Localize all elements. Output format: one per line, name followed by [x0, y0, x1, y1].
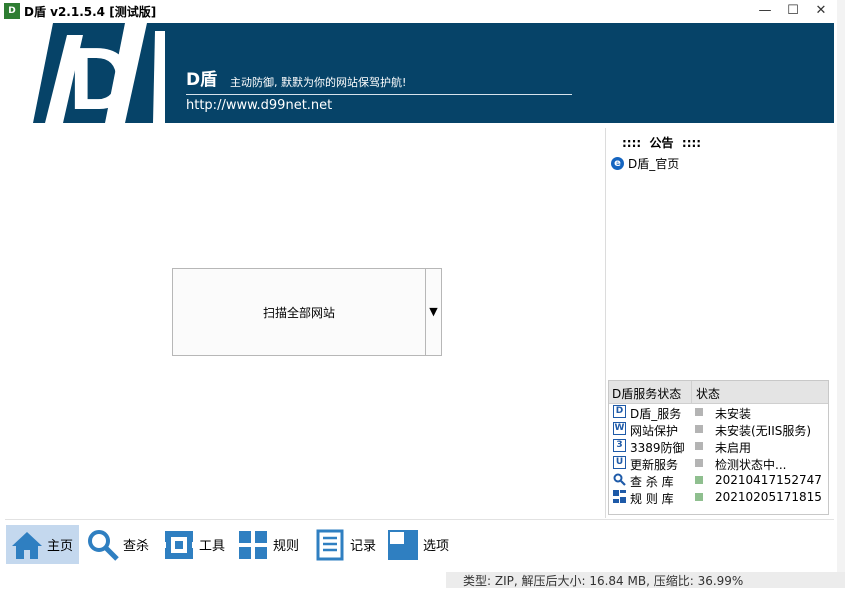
status-row-value: 检测状态中... [715, 458, 787, 472]
status-row[interactable]: 查 杀 库 20210417152747 [609, 472, 828, 489]
nav-scan-label: 查杀 [123, 539, 150, 554]
nav-rules[interactable]: 规则 [236, 525, 299, 564]
brand-name: D盾 [186, 70, 218, 90]
status-row-value: 未安装 [715, 407, 752, 421]
title-bar[interactable]: D D盾 v2.1.5.4 [测试版] — ☐ ✕ [0, 0, 837, 22]
status-row[interactable]: U 更新服务 检测状态中... [609, 455, 828, 472]
search-icon [613, 473, 626, 486]
status-header-state: 状态 [696, 387, 721, 401]
scan-all-sites-button[interactable]: 扫描全部网站 [172, 268, 426, 356]
nav-logs[interactable]: 记录 [313, 525, 376, 564]
status-row-name: 网站保护 [630, 424, 679, 438]
notice-link-homepage[interactable]: e D盾_官页 [611, 155, 679, 172]
update-service-icon: U [613, 456, 626, 469]
status-indicator [695, 459, 703, 467]
status-row-name: D盾_服务 [630, 407, 682, 421]
search-icon [86, 528, 120, 562]
service-status-table: D盾服务状态 状态 D D盾_服务 未安装 W 网站保护 未安装(无IIS服务)… [608, 380, 829, 515]
status-indicator [695, 425, 703, 433]
nav-scan[interactable]: 查杀 [86, 525, 149, 564]
maximize-button[interactable]: ☐ [780, 0, 806, 22]
scan-button-label: 扫描全部网站 [262, 305, 335, 320]
status-row-value: 未启用 [715, 441, 752, 455]
window-title: D盾 v2.1.5.4 [测试版] [24, 5, 157, 19]
status-row[interactable]: W 网站保护 未安装(无IIS服务) [609, 421, 828, 438]
status-row-value: 未安装(无IIS服务) [715, 424, 812, 438]
status-table-header: D盾服务状态 状态 [609, 381, 828, 404]
scan-dropdown-button[interactable]: ▼ [425, 268, 442, 356]
status-row-name: 规 则 库 [630, 492, 674, 506]
logo-letter: D [69, 29, 133, 123]
status-indicator [695, 442, 703, 450]
options-icon [386, 528, 420, 562]
status-indicator [695, 493, 703, 501]
nav-separator [5, 519, 834, 520]
website-link[interactable]: http://www.d99net.net [186, 98, 332, 113]
status-row-value: 20210417152747 [715, 473, 822, 487]
grid-icon [236, 528, 270, 562]
nav-options-label: 选项 [423, 539, 450, 554]
nav-home-label: 主页 [47, 539, 74, 554]
status-indicator [695, 476, 703, 484]
status-row-name: 3389防御 [630, 441, 685, 455]
notice-title: :::: 公告 :::: [622, 136, 702, 150]
list-icon [313, 528, 347, 562]
web-protect-icon: W [613, 422, 626, 435]
brand-slogan: 主动防御, 默默为你的网站保驾护航! [230, 76, 407, 89]
status-indicator [695, 408, 703, 416]
nav-logs-label: 记录 [350, 539, 377, 554]
dun-service-icon: D [613, 405, 626, 418]
nav-rules-label: 规则 [273, 539, 300, 554]
banner-divider [186, 94, 572, 95]
minimize-button[interactable]: — [752, 0, 778, 22]
status-header-service: D盾服务状态 [612, 387, 682, 401]
panel-divider [605, 128, 606, 518]
nav-options[interactable]: 选项 [386, 525, 449, 564]
notice-link-label: D盾_官页 [628, 157, 680, 171]
nav-home[interactable]: 主页 [6, 525, 79, 564]
app-icon: D [4, 3, 20, 19]
close-button[interactable]: ✕ [808, 0, 834, 22]
background-window-edge [837, 0, 845, 588]
nav-tools[interactable]: 工具 [162, 525, 225, 564]
nav-tools-label: 工具 [199, 539, 226, 554]
status-row[interactable]: 规 则 库 20210205171815 [609, 489, 828, 506]
d-logo-graphic: D [5, 23, 165, 123]
status-row-value: 20210205171815 [715, 490, 822, 504]
status-row[interactable]: D D盾_服务 未安装 [609, 404, 828, 421]
status-row-name: 更新服务 [630, 458, 679, 472]
banner: D D盾 主动防御, 默默为你的网站保驾护航! http://www.d99ne… [5, 23, 834, 123]
rdp-defense-icon: 3 [613, 439, 626, 452]
ie-icon: e [611, 157, 624, 170]
status-row[interactable]: 3 3389防御 未启用 [609, 438, 828, 455]
home-icon [10, 528, 44, 562]
rules-icon [613, 490, 626, 503]
background-status-text: 类型: ZIP, 解压后大小: 16.84 MB, 压缩比: 36.99% [463, 574, 744, 588]
tools-icon [162, 528, 196, 562]
status-row-name: 查 杀 库 [630, 475, 674, 489]
